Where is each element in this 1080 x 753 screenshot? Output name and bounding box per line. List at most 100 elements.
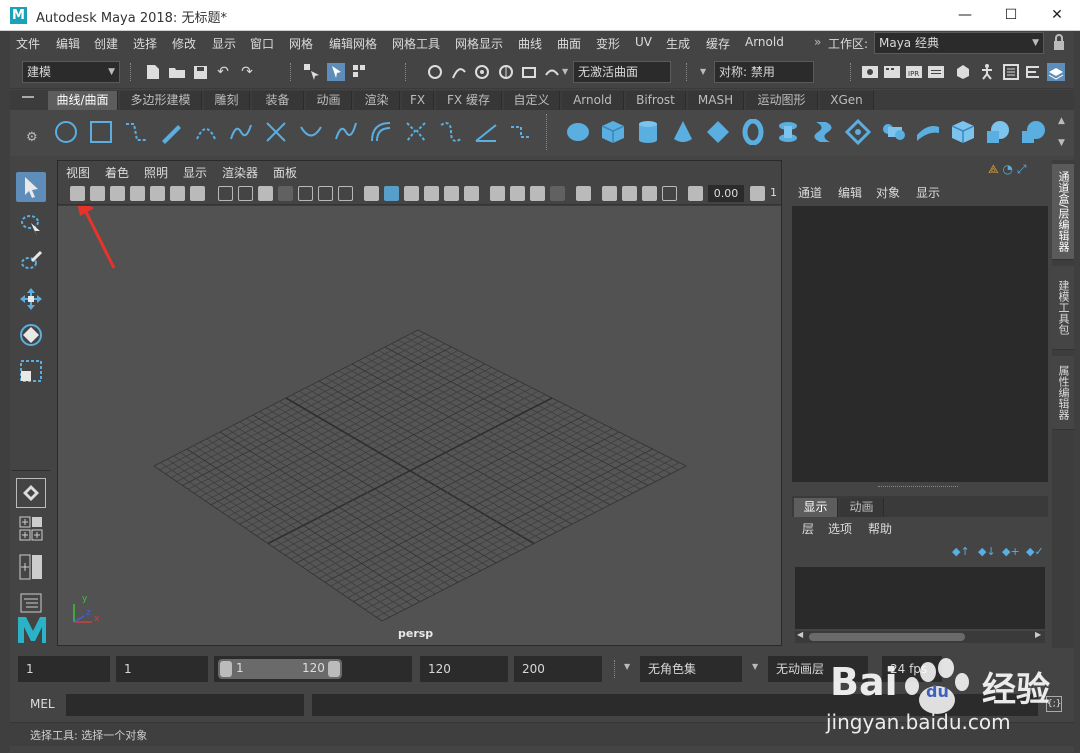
- tab-fx[interactable]: FX: [402, 91, 434, 110]
- make-live-icon[interactable]: [543, 63, 561, 81]
- chevron-down-icon[interactable]: ▼: [562, 67, 568, 76]
- cb-menu-object[interactable]: 对象: [876, 184, 900, 201]
- curve-editing-tool-icon[interactable]: [472, 118, 500, 146]
- use-all-lights-icon[interactable]: [444, 186, 459, 201]
- move-layer-up-icon[interactable]: ◆↑: [952, 545, 970, 558]
- command-language-label[interactable]: MEL: [30, 697, 55, 711]
- nurbs-plane-icon[interactable]: [704, 118, 732, 146]
- viewport-canvas[interactable]: y x z persp: [58, 198, 781, 645]
- xray-active-components-icon[interactable]: [622, 186, 637, 201]
- snap-point-icon[interactable]: [473, 63, 491, 81]
- snap-grid-icon[interactable]: [426, 63, 444, 81]
- scroll-left-icon[interactable]: ◀: [797, 630, 803, 639]
- rebuild-curve-icon[interactable]: [402, 118, 430, 146]
- select-object-icon[interactable]: [327, 63, 345, 81]
- close-button[interactable]: ✕: [1034, 0, 1080, 31]
- gamma-icon[interactable]: [750, 186, 765, 201]
- add-points-tool-icon[interactable]: [437, 118, 465, 146]
- undo-icon[interactable]: ↶: [214, 63, 232, 81]
- tab-poly-modeling[interactable]: 多边形建模: [120, 91, 202, 110]
- redo-icon[interactable]: ↷: [238, 63, 256, 81]
- screen-space-ao-icon[interactable]: [490, 186, 505, 201]
- render-current-icon[interactable]: [883, 63, 901, 81]
- layer-menu-options[interactable]: 选项: [828, 520, 852, 537]
- motion-blur-icon[interactable]: [510, 186, 525, 201]
- attach-curves-icon[interactable]: [227, 118, 255, 146]
- new-layer-selected-icon[interactable]: ◆✓: [1026, 545, 1044, 558]
- camera-attributes-icon[interactable]: [90, 186, 105, 201]
- menu-display[interactable]: 显示: [212, 35, 236, 52]
- tab-motion-graphics[interactable]: 运动图形: [746, 91, 818, 110]
- menu-uv[interactable]: UV: [635, 35, 652, 49]
- select-hierarchy-icon[interactable]: [303, 63, 321, 81]
- detach-curves-icon[interactable]: [262, 118, 290, 146]
- refresh-icon[interactable]: ◔: [1003, 162, 1013, 176]
- single-perspective-layout-icon[interactable]: [16, 478, 46, 508]
- safe-action-icon[interactable]: [318, 186, 333, 201]
- exposure-icon[interactable]: [688, 186, 703, 201]
- isolate-select-icon[interactable]: [576, 186, 591, 201]
- gate-mask-icon[interactable]: [278, 186, 293, 201]
- xray-joints-icon[interactable]: [642, 186, 657, 201]
- insert-knot-icon[interactable]: [297, 118, 325, 146]
- field-chart-icon[interactable]: [298, 186, 313, 201]
- loft-icon[interactable]: [809, 118, 837, 146]
- symmetry-field[interactable]: 对称: 禁用: [714, 61, 814, 83]
- toggle-channel-box-icon[interactable]: [1047, 63, 1065, 81]
- tab-custom[interactable]: 自定义: [504, 91, 560, 110]
- nurbs-cube-icon[interactable]: [599, 118, 627, 146]
- nurbs-cone-icon[interactable]: [669, 118, 697, 146]
- scale-tool-icon[interactable]: [16, 356, 46, 386]
- render-settings-icon[interactable]: [927, 63, 945, 81]
- nurbs-torus-icon[interactable]: [739, 118, 767, 146]
- shelf-scroll-up-icon[interactable]: ▲: [1058, 116, 1065, 126]
- range-start-handle[interactable]: [220, 661, 232, 677]
- gear-icon[interactable]: ⚙: [26, 130, 38, 145]
- film-gate-icon[interactable]: [238, 186, 253, 201]
- menu-arnold[interactable]: Arnold: [745, 35, 784, 49]
- range-end-handle[interactable]: [328, 661, 340, 677]
- cb-menu-channels[interactable]: 通道: [798, 184, 822, 201]
- menu-edit[interactable]: 编辑: [56, 35, 80, 52]
- camera-icon[interactable]: [70, 186, 85, 201]
- multisample-aa-icon[interactable]: [530, 186, 545, 201]
- panel-splitter[interactable]: [878, 486, 958, 488]
- expand-icon[interactable]: ⤢: [1017, 162, 1027, 176]
- snap-projected-center-icon[interactable]: [497, 63, 515, 81]
- tab-animation[interactable]: 动画: [306, 91, 352, 110]
- playback-start-field[interactable]: 1: [116, 656, 208, 682]
- cv-curve-tool-icon[interactable]: [122, 118, 150, 146]
- nurbs-sphere-icon[interactable]: [564, 118, 592, 146]
- offset-curve-icon[interactable]: [367, 118, 395, 146]
- tab-rendering[interactable]: 渲染: [354, 91, 400, 110]
- range-slider[interactable]: 1 120: [214, 656, 412, 682]
- trim-tool-icon[interactable]: [1019, 118, 1047, 146]
- resolution-gate-icon[interactable]: [258, 186, 273, 201]
- grid-icon[interactable]: [218, 186, 233, 201]
- birail-icon[interactable]: [914, 118, 942, 146]
- paint-select-tool-icon[interactable]: [16, 246, 46, 276]
- layer-scrollbar[interactable]: ◀ ▶: [795, 630, 1045, 643]
- side-tab-channel-box[interactable]: 通道盒/层编辑器: [1052, 164, 1074, 260]
- tab-bifrost[interactable]: Bifrost: [626, 91, 686, 110]
- select-tool-icon[interactable]: [16, 172, 46, 202]
- nurbs-square-icon[interactable]: [87, 118, 115, 146]
- scroll-right-icon[interactable]: ▶: [1035, 630, 1041, 639]
- move-layer-down-icon[interactable]: ◆↓: [978, 545, 996, 558]
- wireframe-on-shaded-icon[interactable]: [404, 186, 419, 201]
- shelf-menu-icon[interactable]: [22, 96, 34, 98]
- menu-modify[interactable]: 修改: [172, 35, 196, 52]
- end-time-field[interactable]: 200: [514, 656, 602, 682]
- chevron-down-icon[interactable]: ▼: [752, 662, 758, 671]
- tab-fx-caching[interactable]: FX 缓存: [436, 91, 502, 110]
- bevel-plus-icon[interactable]: [949, 118, 977, 146]
- backface-culling-icon[interactable]: [662, 186, 677, 201]
- snap-curve-icon[interactable]: [450, 63, 468, 81]
- shadows-icon[interactable]: [464, 186, 479, 201]
- three-point-arc-icon[interactable]: [192, 118, 220, 146]
- maximize-button[interactable]: ☐: [988, 0, 1034, 31]
- playback-end-field[interactable]: 120: [420, 656, 508, 682]
- pivot-icon[interactable]: ⟁: [988, 162, 999, 176]
- rotate-tool-icon[interactable]: [16, 320, 46, 350]
- exposure-field[interactable]: 0.00: [708, 185, 744, 202]
